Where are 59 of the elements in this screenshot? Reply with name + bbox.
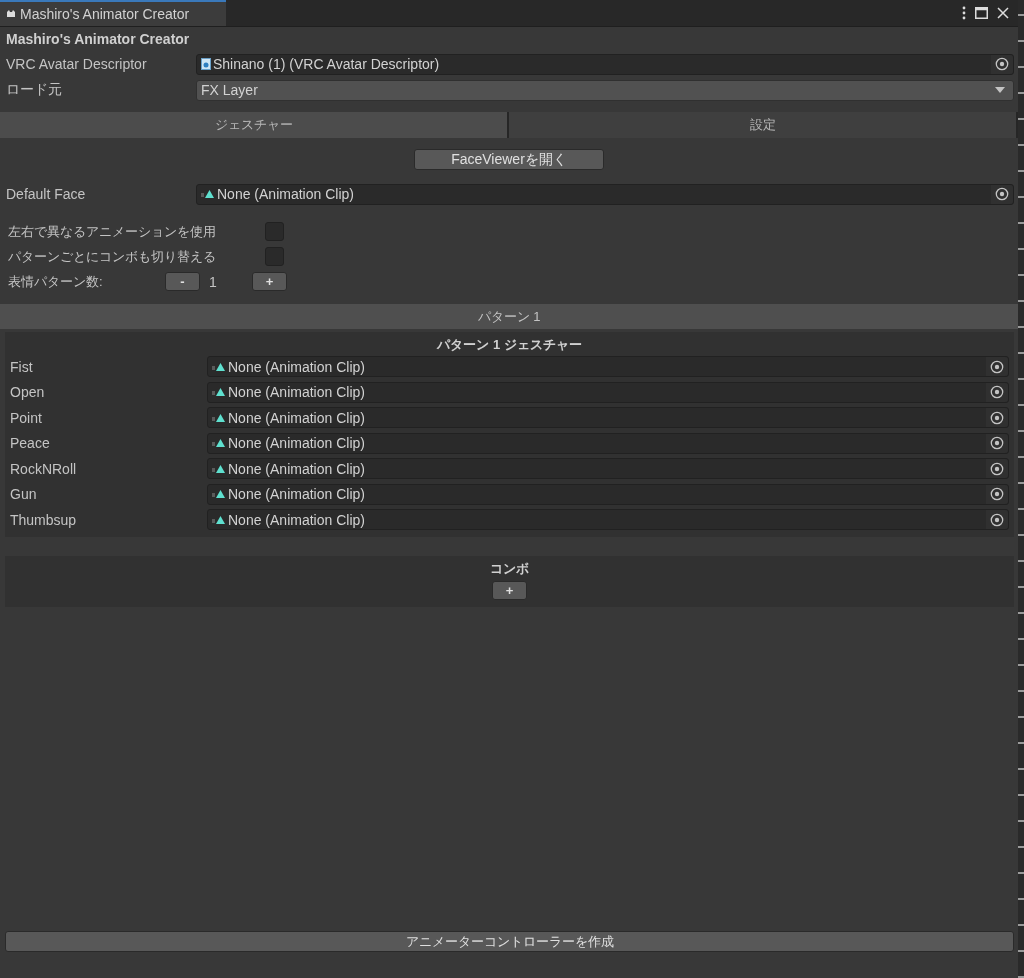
field-label: VRC Avatar Descriptor (6, 56, 148, 72)
pattern-count-label: 表情パターン数: (8, 272, 104, 291)
target-icon[interactable] (990, 512, 1004, 527)
object-field[interactable]: None (Animation Clip) (207, 381, 1009, 403)
toggle-label: 左右で異なるアニメーションを使用 (8, 222, 217, 241)
animation-clip-icon (212, 489, 226, 500)
target-icon[interactable] (990, 436, 1004, 451)
object-field[interactable]: None (Animation Clip) (207, 509, 1009, 531)
panel-title: パターン 1 ジェスチャー (435, 336, 583, 354)
object-field[interactable]: Shinano (1) (VRC Avatar Descriptor) (196, 53, 1014, 75)
panel-title: コンボ (489, 559, 530, 578)
pattern-count-value: 1 (208, 273, 218, 290)
toggle-label: パターンごとにコンボも切り替える (8, 247, 217, 266)
object-field[interactable]: None (Animation Clip) (207, 432, 1009, 454)
add-button[interactable]: + (492, 580, 527, 600)
maximize-icon[interactable] (975, 7, 988, 19)
face-viewer-button[interactable]: FaceViewerを開く (414, 149, 604, 170)
decrement-button[interactable]: - (165, 272, 200, 291)
caret-icon (995, 87, 1005, 93)
script-icon (201, 58, 211, 70)
field-label: Default Face (6, 186, 87, 202)
create-button[interactable]: アニメーターコントローラーを作成 (5, 931, 1014, 952)
animation-clip-icon (212, 361, 226, 372)
tab[interactable]: 設定 (509, 112, 1018, 138)
object-field[interactable]: None (Animation Clip) (207, 356, 1009, 378)
gesture-label: Thumbsup (10, 511, 78, 528)
pattern-header: パターン 1 (0, 304, 1018, 329)
inspector-title: Mashiro's Animator Creator (5, 30, 191, 49)
gesture-label: Fist (10, 358, 34, 375)
animation-clip-icon (212, 438, 226, 449)
tab[interactable]: ジェスチャー (0, 112, 509, 138)
close-icon[interactable] (997, 7, 1009, 19)
object-field[interactable]: None (Animation Clip) (207, 458, 1009, 480)
animation-clip-icon (201, 189, 215, 199)
window-icon (6, 9, 16, 19)
target-icon[interactable] (990, 461, 1004, 476)
dropdown[interactable]: FX Layer (196, 79, 1014, 101)
object-field[interactable]: None (Animation Clip) (196, 183, 1014, 205)
target-icon[interactable] (995, 187, 1009, 201)
target-icon[interactable] (990, 385, 1004, 400)
increment-button[interactable]: + (252, 272, 287, 291)
gesture-label: Peace (10, 435, 51, 452)
object-field[interactable]: None (Animation Clip) (207, 483, 1009, 505)
object-field[interactable]: None (Animation Clip) (207, 407, 1009, 429)
target-icon[interactable] (995, 57, 1009, 71)
gesture-label: Gun (10, 486, 38, 503)
animation-clip-icon (212, 514, 226, 525)
animation-clip-icon (212, 412, 226, 423)
animation-clip-icon (212, 463, 226, 474)
target-icon[interactable] (990, 410, 1004, 425)
target-icon[interactable] (990, 487, 1004, 502)
gesture-label: Open (10, 384, 46, 401)
target-icon[interactable] (990, 359, 1004, 374)
field-label: ロード元 (6, 81, 63, 99)
more-menu-icon[interactable] (962, 6, 966, 20)
gesture-label: Point (10, 409, 43, 426)
window-tab[interactable]: Mashiro's Animator Creator (0, 0, 226, 26)
gesture-label: RockNRoll (10, 460, 78, 477)
animation-clip-icon (212, 387, 226, 398)
